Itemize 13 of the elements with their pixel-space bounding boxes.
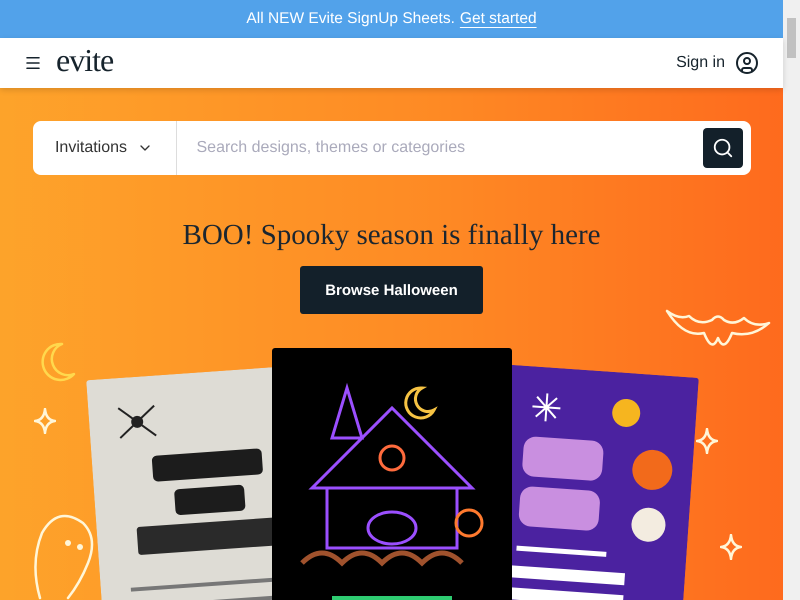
menu-icon[interactable] [24,54,42,72]
user-icon[interactable] [735,51,759,75]
sign-in-link[interactable]: Sign in [676,54,725,72]
sparkle-icon [696,428,718,454]
scrollbar[interactable] [783,0,800,600]
search-button[interactable] [702,128,742,168]
sparkle-icon [34,408,56,434]
browse-halloween-button[interactable]: Browse Halloween [300,266,483,314]
search-icon [712,137,734,159]
sparkle-icon [720,534,742,560]
hero-headline: BOO! Spooky season is finally here [182,219,601,252]
logo[interactable]: evite [56,42,114,78]
banner-text: All NEW Evite SignUp Sheets. [246,10,455,28]
